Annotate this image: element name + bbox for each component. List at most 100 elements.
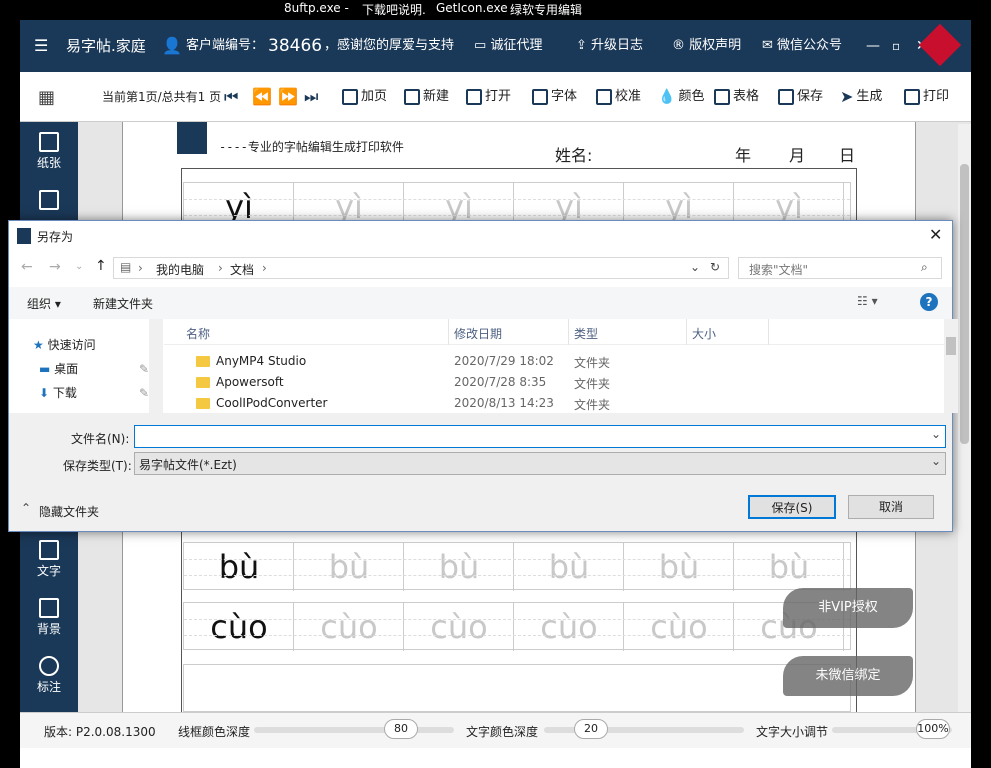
pinyin-trace: bù: [734, 547, 844, 587]
nav-item-downloads[interactable]: ⬇ 下载✎: [39, 383, 77, 404]
generate-button[interactable]: ➤生成: [840, 86, 882, 108]
size-label: 文字大小调节: [756, 723, 828, 740]
menu-icon[interactable]: ☰: [34, 20, 48, 72]
file-row[interactable]: AnyMP4 Studio 2020/7/29 18:02 文件夹: [164, 351, 944, 372]
address-bar[interactable]: ▤ › 我的电脑 › 文档 › ⌄ ↻: [113, 257, 729, 279]
list-scrollbar[interactable]: [944, 319, 958, 413]
new-folder-button[interactable]: 新建文件夹: [93, 295, 153, 312]
sidebar-item-text[interactable]: 文字: [20, 540, 78, 579]
taskbar-item[interactable]: 绿软专用编辑: [510, 1, 582, 18]
minimize-button[interactable]: —: [866, 20, 880, 72]
font-icon: [532, 89, 548, 105]
wechat-button[interactable]: ✉ 微信公众号: [762, 20, 842, 72]
guide-line: [184, 559, 850, 560]
up-arrow-icon[interactable]: ↑: [95, 258, 107, 274]
seal-icon: [177, 122, 207, 154]
sidebar-item-layout[interactable]: [20, 190, 78, 212]
maximize-button[interactable]: ▫: [892, 20, 900, 72]
filetype-label: 保存类型(T):: [63, 457, 132, 474]
nav-item-quick-access[interactable]: ★ 快速访问: [33, 335, 96, 356]
next-page-button[interactable]: ⏩: [278, 86, 298, 108]
pin-icon: ✎: [139, 359, 149, 380]
vertical-scrollbar[interactable]: [958, 124, 971, 712]
toolbar: ▦ 当前第1页/总共有1 页 ⏮ ⏪ ⏩ ⏭ 加页 新建 打开 字体 校准 💧颜…: [20, 72, 971, 122]
column-date[interactable]: 修改日期: [454, 325, 502, 342]
recent-chevron-icon[interactable]: ⌄: [75, 261, 83, 272]
address-dropdown-icon[interactable]: ⌄: [690, 260, 700, 274]
chevron-up-icon[interactable]: ⌃: [21, 501, 31, 515]
breadcrumb-documents[interactable]: 文档: [230, 261, 254, 278]
file-row[interactable]: Apowersoft 2020/7/28 8:35 文件夹: [164, 372, 944, 393]
sidebar-item-paper[interactable]: 纸张: [20, 132, 78, 171]
word-icon: [39, 540, 59, 560]
copyright-button[interactable]: ® 版权声明: [672, 20, 741, 72]
breadcrumb-my-computer[interactable]: 我的电脑: [156, 261, 204, 278]
text-depth-knob[interactable]: 20: [574, 719, 608, 739]
filename-input[interactable]: ⌄: [134, 425, 946, 448]
sidebar-item-background[interactable]: 背景: [20, 598, 78, 637]
add-page-button[interactable]: 加页: [342, 86, 387, 108]
search-input[interactable]: 搜索"文档": [749, 261, 808, 278]
nav-item-desktop[interactable]: ▬ 桌面✎: [39, 359, 78, 380]
file-icon: [404, 89, 420, 105]
folder-icon: [196, 356, 210, 367]
chevron-down-icon[interactable]: ⌄: [931, 427, 941, 441]
taskbar-item[interactable]: 下载吧说明.: [362, 1, 426, 18]
column-size[interactable]: 大小: [692, 325, 716, 342]
dialog-save-button[interactable]: 保存(S): [748, 495, 836, 519]
last-page-button[interactable]: ⏭: [304, 86, 318, 108]
open-button[interactable]: 打开: [466, 86, 511, 108]
dialog-title-bar: 另存为 ✕: [9, 221, 952, 251]
info-icon: [39, 656, 59, 676]
prev-page-button[interactable]: ⏪: [252, 86, 272, 108]
text-depth-slider[interactable]: 20: [544, 727, 744, 733]
proof-button[interactable]: 校准: [596, 86, 641, 108]
search-box[interactable]: 搜索"文档" ⌕: [738, 257, 942, 279]
scroll-thumb[interactable]: [960, 164, 969, 444]
practice-row: bùbùbùbùbùbù: [183, 542, 851, 590]
forward-arrow-icon[interactable]: →: [49, 259, 61, 275]
taskbar-item[interactable]: GetIcon.exe: [436, 1, 508, 15]
month-label: 月: [789, 142, 805, 166]
dialog-title: 另存为: [37, 228, 73, 245]
font-button[interactable]: 字体: [532, 86, 577, 108]
column-type[interactable]: 类型: [574, 325, 598, 342]
table-button[interactable]: 表格: [714, 86, 759, 108]
sidebar-item-annotation[interactable]: 标注: [20, 656, 78, 695]
refresh-icon[interactable]: ↻: [710, 260, 720, 274]
line-depth-slider[interactable]: 80: [254, 727, 454, 733]
chevron-down-icon[interactable]: ⌄: [931, 454, 941, 468]
line-depth-knob[interactable]: 80: [384, 719, 418, 739]
nav-scrollbar[interactable]: [149, 319, 163, 413]
print-button[interactable]: 打印: [904, 86, 949, 108]
user-icon: 👤: [162, 20, 182, 72]
grid-icon[interactable]: ▦: [38, 88, 58, 108]
list-scroll-thumb[interactable]: [946, 337, 956, 355]
save-button[interactable]: 保存: [778, 86, 823, 108]
back-arrow-icon[interactable]: ←: [21, 259, 33, 275]
filetype-select[interactable]: 易字帖文件(*.Ezt) ⌄: [134, 452, 946, 475]
agent-button[interactable]: ▭ 诚征代理: [474, 20, 542, 72]
column-name[interactable]: 名称: [186, 325, 210, 342]
organize-button[interactable]: 组织 ▾: [27, 295, 61, 312]
taskbar-item[interactable]: 8uftp.exe -: [284, 1, 349, 15]
size-slider[interactable]: 100%: [832, 727, 952, 733]
upgrade-button[interactable]: ⇪ 升级日志: [576, 20, 643, 72]
help-icon[interactable]: ?: [920, 293, 938, 311]
page-info: 当前第1页/总共有1 页: [102, 86, 221, 108]
paper-subtitle: ----专业的字帖编辑生成打印软件: [219, 138, 404, 155]
size-knob[interactable]: 100%: [916, 719, 950, 739]
save-icon: [778, 89, 794, 105]
hide-folders-toggle[interactable]: 隐藏文件夹: [39, 503, 99, 520]
view-options-icon[interactable]: ☷ ▾: [857, 294, 878, 308]
new-button[interactable]: 新建: [404, 86, 449, 108]
app-name: 易字帖.家庭: [66, 20, 146, 72]
first-page-button[interactable]: ⏮: [224, 86, 238, 108]
dialog-cancel-button[interactable]: 取消: [848, 495, 934, 519]
save-as-dialog: 另存为 ✕ ← → ⌄ ↑ ▤ › 我的电脑 › 文档 › ⌄ ↻ 搜索"文档"…: [8, 220, 953, 532]
dialog-close-button[interactable]: ✕: [929, 225, 942, 244]
desktop-icon: ▬: [39, 362, 50, 376]
file-row[interactable]: CoolIPodConverter 2020/8/13 14:23 文件夹: [164, 393, 944, 413]
taskbar-top: 8uftp.exe - 下载吧说明. GetIcon.exe 绿软专用编辑: [0, 0, 991, 20]
color-button[interactable]: 💧颜色: [658, 86, 704, 108]
